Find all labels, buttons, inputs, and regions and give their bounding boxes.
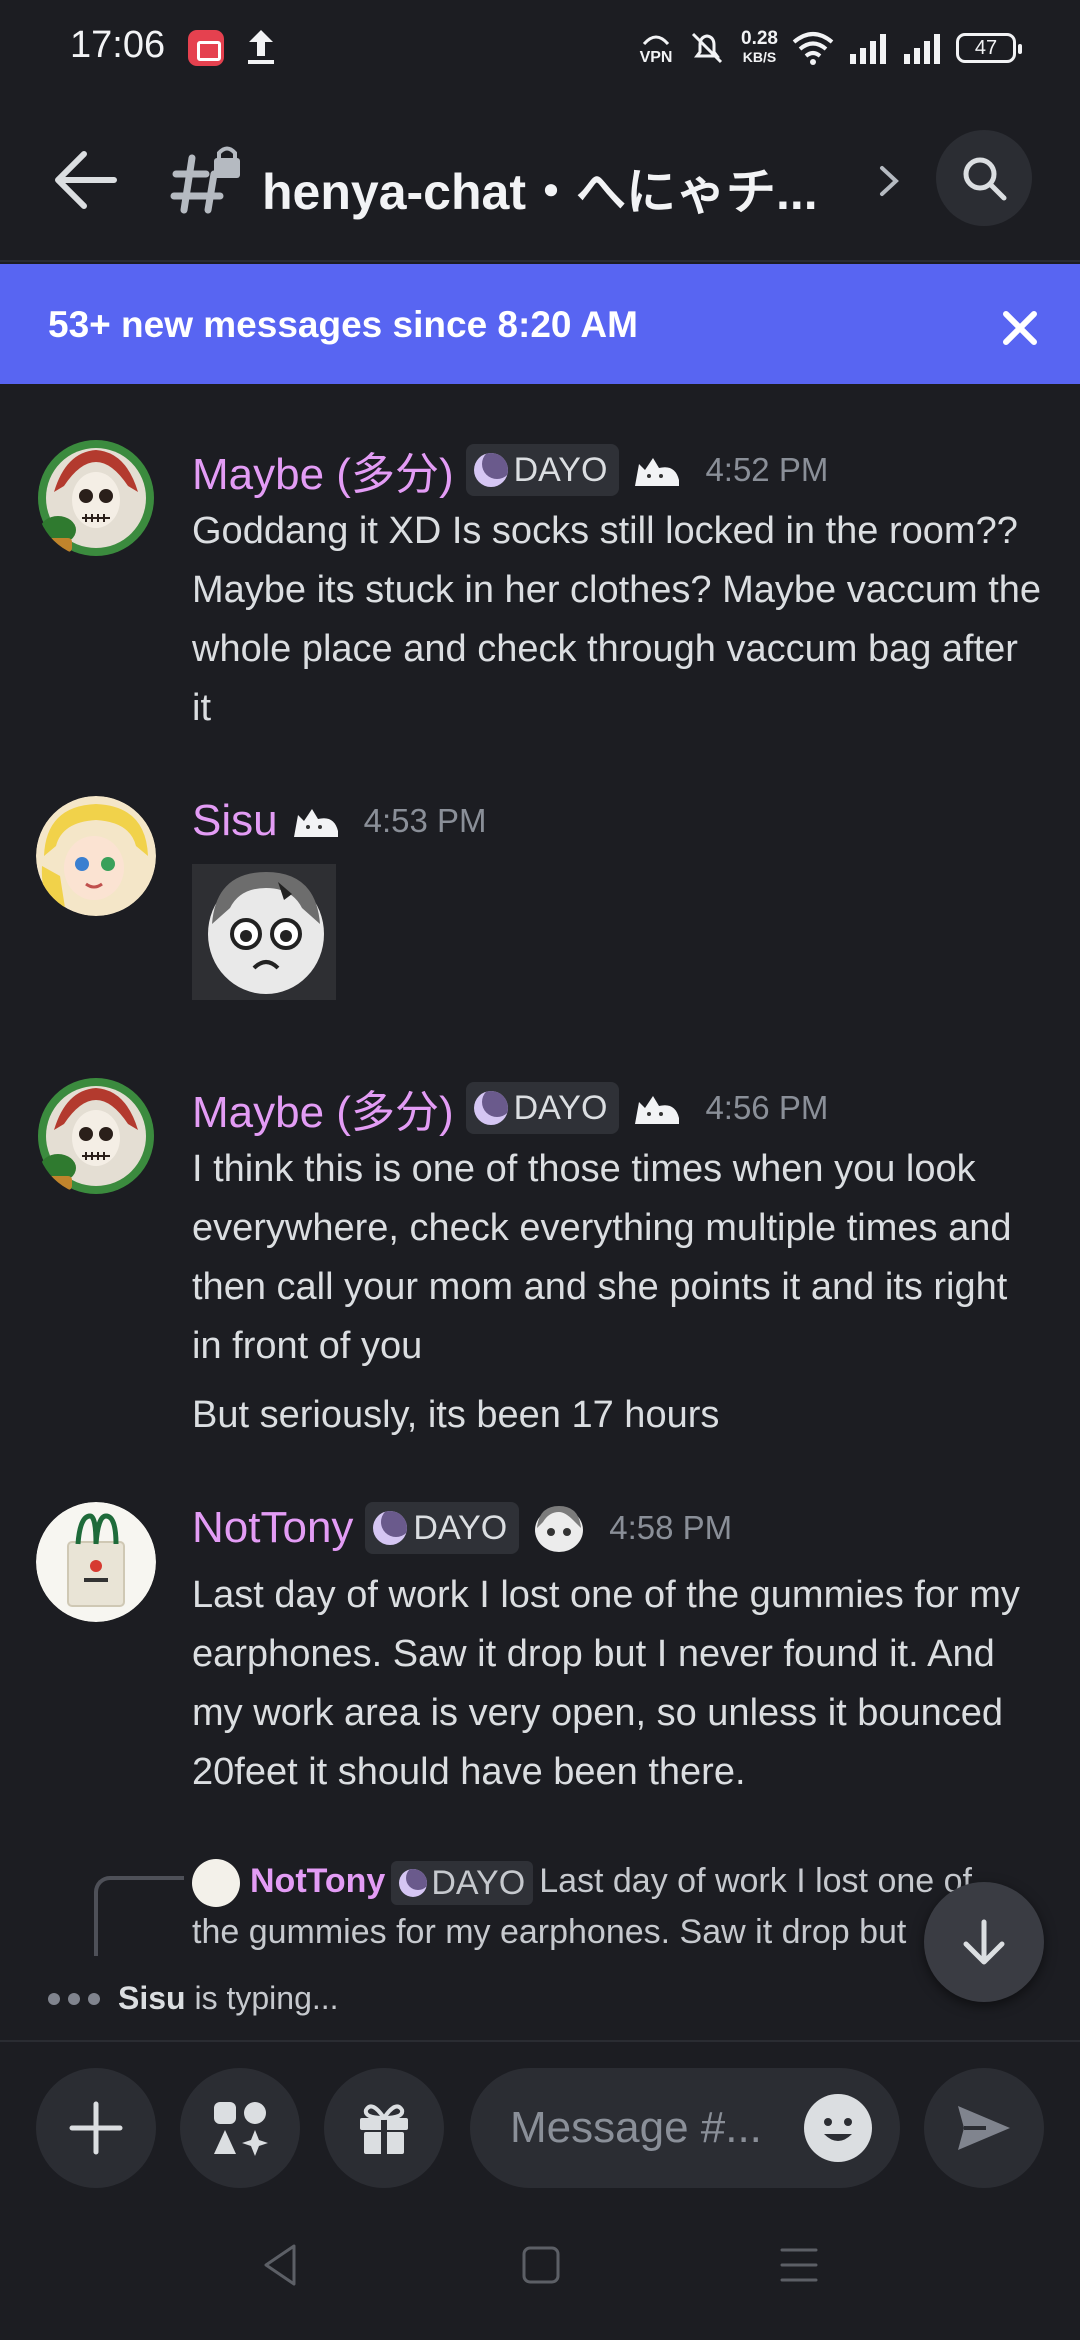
message-text: I think this is one of those times when … — [192, 1148, 1012, 1367]
new-messages-text: 53+ new messages since 8:20 AM — [48, 304, 638, 345]
reply-connector — [94, 1876, 184, 1956]
message-text: Goddang it XD Is socks still locked in t… — [192, 510, 1042, 729]
gift-button[interactable] — [324, 2068, 444, 2188]
mute-bell-icon — [691, 32, 723, 64]
role-tag[interactable]: DAYO — [465, 444, 620, 496]
send-icon — [958, 2106, 1010, 2150]
cat-emote-icon — [293, 809, 338, 837]
status-time: 17:06 — [70, 24, 166, 66]
typing-user: Sisu — [118, 1980, 186, 2016]
role-tag[interactable]: DAYO — [465, 1082, 620, 1134]
username[interactable]: Maybe (多分) — [192, 1076, 454, 1140]
typing-suffix: is typing... — [194, 1980, 339, 2016]
typing-indicator: Sisu is typing... — [48, 1980, 339, 2017]
close-icon[interactable] — [1000, 308, 1040, 348]
message-input-container — [470, 2068, 900, 2188]
apps-button[interactable] — [180, 2068, 300, 2188]
vpn-icon: VPN — [639, 30, 673, 66]
role-tag: DAYO — [391, 1861, 534, 1906]
username[interactable]: Sisu — [192, 796, 278, 846]
message-composer — [0, 2040, 1080, 2190]
timestamp: 4:58 PM — [609, 1509, 733, 1546]
reply-username: NotTony — [250, 1862, 386, 1900]
message-input[interactable] — [510, 2098, 810, 2158]
moon-role-icon — [473, 453, 508, 487]
nav-home-icon[interactable] — [516, 2240, 566, 2290]
signal-icon-1 — [850, 34, 886, 64]
message-header: NotTony DAYO 4:58 PM — [192, 1502, 732, 1554]
gift-icon — [360, 2104, 408, 2154]
message-text: Last day of work I lost one of the gummi… — [192, 1574, 1020, 1793]
locked-channel-hash-icon — [170, 146, 240, 214]
jump-to-bottom-button[interactable] — [924, 1882, 1044, 2002]
nav-back-icon[interactable] — [256, 2240, 306, 2290]
new-messages-banner[interactable]: 53+ new messages since 8:20 AM — [0, 264, 1080, 384]
battery-indicator: 47 — [956, 33, 1022, 63]
search-button[interactable] — [936, 130, 1032, 226]
avatar[interactable] — [36, 1502, 156, 1622]
channel-header: henya-chat・へにゃチ... — [0, 100, 1080, 262]
timestamp: 4:56 PM — [705, 1089, 829, 1126]
network-speed: 0.28 KB/S — [741, 28, 778, 65]
wifi-icon — [792, 32, 834, 65]
signal-icon-2 — [904, 34, 940, 64]
avatar[interactable] — [36, 1076, 156, 1196]
search-icon — [963, 157, 1007, 201]
chevron-right-icon[interactable] — [872, 156, 906, 206]
channel-name[interactable]: henya-chat・へにゃチ... — [262, 152, 862, 224]
username[interactable]: NotTony — [192, 1503, 353, 1553]
send-button[interactable] — [924, 2068, 1044, 2188]
status-icons: VPN 0.28 KB/S 47 — [639, 26, 1022, 70]
smiley-icon — [824, 2118, 852, 2141]
emoji-button[interactable] — [804, 2094, 872, 2162]
cat-emote-icon — [635, 1096, 680, 1124]
message-text: But seriously, its been 17 hours — [192, 1394, 720, 1436]
screen-record-icon — [188, 30, 224, 66]
moon-role-icon — [399, 1869, 428, 1898]
nav-menu-icon[interactable] — [774, 2240, 824, 2290]
typing-dots-icon — [48, 1992, 100, 2005]
anime-face-emote-icon — [535, 1506, 584, 1552]
apps-icon — [214, 2102, 268, 2156]
cat-emote-icon — [635, 458, 680, 486]
timestamp: 4:52 PM — [705, 451, 829, 488]
plus-icon — [69, 2101, 123, 2155]
message-header: Maybe (多分) DAYO 4:56 PM — [192, 1076, 828, 1140]
avatar[interactable] — [36, 796, 156, 916]
add-attachment-button[interactable] — [36, 2068, 156, 2188]
system-nav-bar — [0, 2190, 1080, 2340]
role-tag[interactable]: DAYO — [365, 1502, 520, 1554]
username[interactable]: Maybe (多分) — [192, 438, 454, 502]
moon-role-icon — [473, 1091, 508, 1125]
back-arrow-icon[interactable] — [50, 148, 120, 212]
arrow-down-icon — [963, 1919, 1005, 1965]
moon-role-icon — [373, 1511, 408, 1545]
timestamp: 4:53 PM — [363, 802, 487, 839]
message-header: Maybe (多分) DAYO 4:52 PM — [192, 438, 828, 502]
message-header: Sisu 4:53 PM — [192, 796, 487, 846]
reply-preview[interactable]: NotTony DAYO Last day of work I lost one o… — [192, 1856, 992, 1957]
avatar — [192, 1859, 240, 1908]
sticker-image[interactable] — [192, 864, 336, 1000]
upload-icon — [248, 30, 274, 64]
status-bar: 17:06 VPN 0.28 KB/S 47 — [0, 0, 1080, 100]
avatar[interactable] — [36, 438, 156, 558]
